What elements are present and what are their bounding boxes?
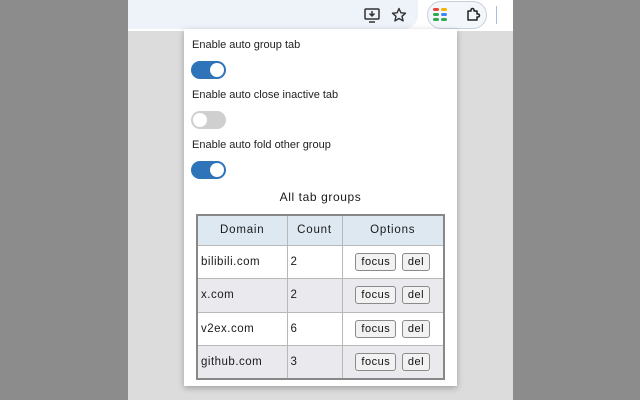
focus-button[interactable]: focus bbox=[355, 252, 397, 271]
address-bar[interactable] bbox=[128, 0, 418, 29]
delete-button[interactable]: del bbox=[401, 353, 431, 371]
delete-button[interactable]: del bbox=[401, 286, 431, 305]
auto-close-toggle[interactable] bbox=[191, 111, 226, 129]
auto-group-label: Enable auto group tab bbox=[192, 39, 301, 51]
groups-title: All tab groups bbox=[279, 190, 362, 204]
count-cell: 6 bbox=[286, 311, 343, 346]
domain-cell: v2ex.com bbox=[196, 311, 288, 346]
toggle-knob bbox=[193, 113, 207, 127]
domain-cell: x.com bbox=[196, 278, 288, 313]
auto-fold-toggle[interactable] bbox=[191, 161, 226, 179]
focus-button[interactable]: focus bbox=[355, 286, 397, 305]
auto-close-label: Enable auto close inactive tab bbox=[192, 89, 339, 101]
domain-cell: github.com bbox=[196, 345, 288, 380]
delete-button[interactable]: del bbox=[401, 252, 431, 271]
table-row: bilibili.com 2 focus del bbox=[196, 244, 445, 279]
options-cell: focus del bbox=[341, 345, 445, 380]
toggle-knob bbox=[210, 163, 224, 177]
options-cell: focus del bbox=[341, 311, 445, 346]
table-row: x.com 2 focus del bbox=[196, 278, 445, 313]
options-cell: focus del bbox=[341, 278, 445, 313]
count-cell: 2 bbox=[286, 278, 343, 313]
auto-fold-label: Enable auto fold other group bbox=[192, 139, 331, 151]
toolbar-divider bbox=[496, 6, 497, 24]
active-extension-pill[interactable] bbox=[427, 1, 487, 29]
delete-button[interactable]: del bbox=[401, 319, 431, 338]
focus-button[interactable]: focus bbox=[355, 353, 397, 371]
table-row: github.com 3 focus del bbox=[196, 345, 445, 380]
options-cell: focus del bbox=[341, 244, 445, 279]
table-header-row: Domain Count Options bbox=[196, 214, 445, 246]
count-cell: 3 bbox=[286, 345, 343, 380]
tab-groups-table: Domain Count Options bilibili.com 2 focu… bbox=[196, 214, 445, 380]
domain-cell: bilibili.com bbox=[196, 244, 288, 279]
puzzle-extensions-icon[interactable] bbox=[461, 3, 485, 27]
focus-button[interactable]: focus bbox=[355, 319, 397, 338]
count-cell: 2 bbox=[286, 244, 343, 279]
toggle-knob bbox=[210, 63, 224, 77]
table-row: v2ex.com 6 focus del bbox=[196, 311, 445, 346]
browser-toolbar bbox=[128, 0, 513, 31]
extension-popup: Enable auto group tab Enable auto close … bbox=[184, 29, 457, 386]
star-icon[interactable] bbox=[387, 3, 411, 27]
install-app-icon[interactable] bbox=[360, 3, 384, 27]
auto-group-toggle[interactable] bbox=[191, 61, 226, 79]
options-header: Options bbox=[341, 214, 445, 246]
count-header: Count bbox=[286, 214, 343, 246]
domain-header: Domain bbox=[196, 214, 288, 246]
tab-groups-extension-icon[interactable] bbox=[429, 3, 453, 27]
